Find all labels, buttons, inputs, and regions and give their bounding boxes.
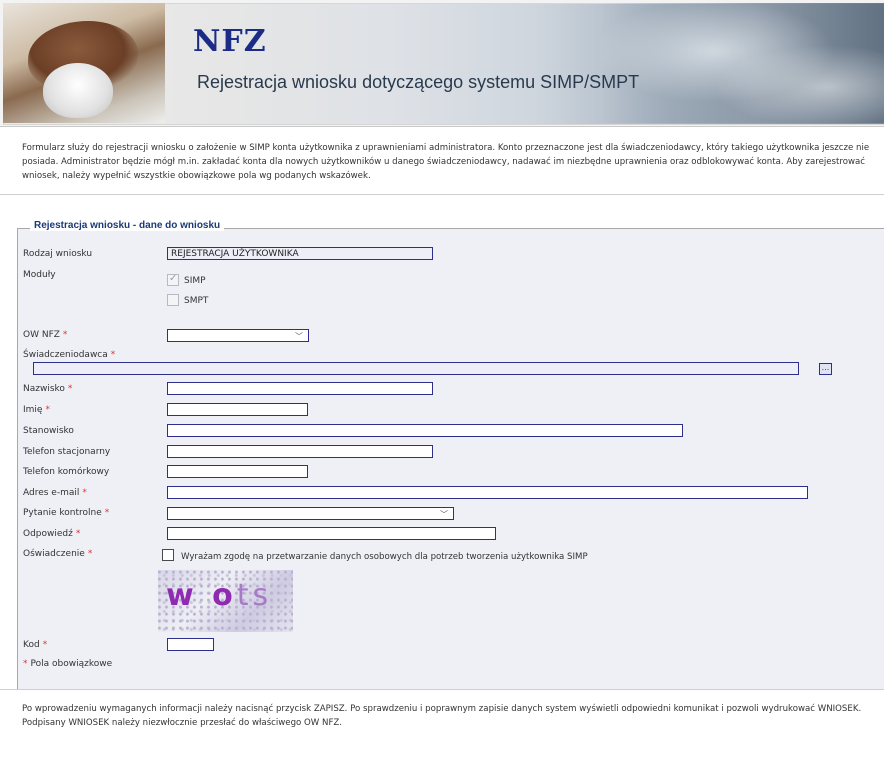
swiadczeniodawca-field: [33, 362, 799, 375]
swiadczeniodawca-label: Świadczeniodawca *: [23, 350, 116, 360]
oswiadczenie-text: Wyrażam zgodę na przetwarzanie danych os…: [181, 552, 588, 562]
smpt-checkbox[interactable]: [167, 294, 179, 306]
hospital-room-image: [600, 3, 884, 123]
email-label: Adres e-mail *: [23, 488, 87, 498]
email-input[interactable]: [167, 486, 808, 499]
divider: [0, 194, 884, 195]
rodzaj-wniosku-field: REJESTRACJA UŻYTKOWNIKA: [167, 247, 433, 260]
pytanie-kontrolne-label: Pytanie kontrolne *: [23, 508, 110, 518]
nazwisko-label: Nazwisko *: [23, 384, 73, 394]
odpowiedz-label: Odpowiedź *: [23, 529, 81, 539]
imie-label: Imię *: [23, 405, 50, 415]
header-banner: NFZ Rejestracja wniosku dotyczącego syst…: [0, 0, 884, 127]
simp-label: SIMP: [184, 276, 206, 286]
nfz-logo: NFZ: [193, 24, 267, 59]
nazwisko-input[interactable]: [167, 382, 433, 395]
stanowisko-label: Stanowisko: [23, 426, 74, 436]
captcha-image: w ots: [158, 570, 293, 632]
stanowisko-input[interactable]: [167, 424, 683, 437]
captcha-text: w ots: [166, 578, 273, 613]
pytanie-kontrolne-select[interactable]: ﹀: [167, 507, 454, 520]
ow-nfz-select[interactable]: ﹀: [167, 329, 309, 342]
page-title: Rejestracja wniosku dotyczącego systemu …: [197, 72, 640, 92]
smpt-label: SMPT: [184, 296, 209, 306]
imie-input[interactable]: [167, 403, 308, 416]
required-note: * Pola obowiązkowe: [23, 659, 113, 669]
chevron-down-icon: ﹀: [440, 510, 448, 519]
outro-text: Po wprowadzeniu wymaganych informacji na…: [22, 704, 862, 728]
divider: [0, 689, 884, 690]
oswiadczenie-checkbox[interactable]: [162, 549, 174, 561]
lookup-button[interactable]: ...: [819, 363, 832, 375]
telefon-komorkowy-input[interactable]: [167, 465, 308, 478]
telefon-komorkowy-label: Telefon komórkowy: [23, 467, 110, 477]
rodzaj-wniosku-label: Rodzaj wniosku: [23, 249, 93, 259]
ow-nfz-label: OW NFZ *: [23, 330, 68, 340]
oswiadczenie-label: Oświadczenie *: [23, 549, 93, 559]
intro-text: Formularz służy do rejestracji wniosku o…: [22, 143, 870, 181]
kod-label: Kod *: [23, 640, 48, 650]
telefon-stacjonarny-input[interactable]: [167, 445, 433, 458]
chevron-down-icon: ﹀: [295, 332, 303, 341]
telefon-stacjonarny-label: Telefon stacjonarny: [23, 447, 111, 457]
moduly-label: Moduły: [23, 270, 56, 280]
kod-input[interactable]: [167, 638, 214, 651]
form-legend: Rejestracja wniosku - dane do wniosku: [30, 220, 225, 231]
simp-checkbox[interactable]: [167, 273, 179, 286]
hand-on-mouse-image: [3, 3, 165, 123]
odpowiedz-input[interactable]: [167, 527, 496, 540]
application-form: [17, 228, 884, 690]
mouse-shape: [43, 63, 113, 118]
